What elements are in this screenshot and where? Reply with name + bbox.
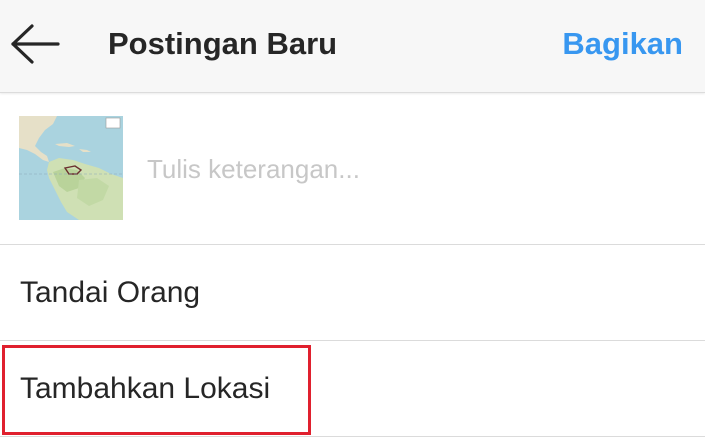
post-thumbnail xyxy=(19,116,123,220)
top-app-bar: Postingan Baru Bagikan xyxy=(0,0,705,93)
add-location-row[interactable]: Tambahkan Lokasi xyxy=(0,341,705,437)
arrow-left-icon xyxy=(11,24,60,64)
tag-people-label: Tandai Orang xyxy=(20,276,201,309)
back-button[interactable] xyxy=(8,22,62,66)
share-button[interactable]: Bagikan xyxy=(562,24,683,64)
add-location-label: Tambahkan Lokasi xyxy=(20,372,271,405)
page-title: Postingan Baru xyxy=(108,26,338,61)
tag-people-row[interactable]: Tandai Orang xyxy=(0,245,705,341)
caption-section xyxy=(0,93,705,245)
caption-input[interactable] xyxy=(147,149,667,189)
